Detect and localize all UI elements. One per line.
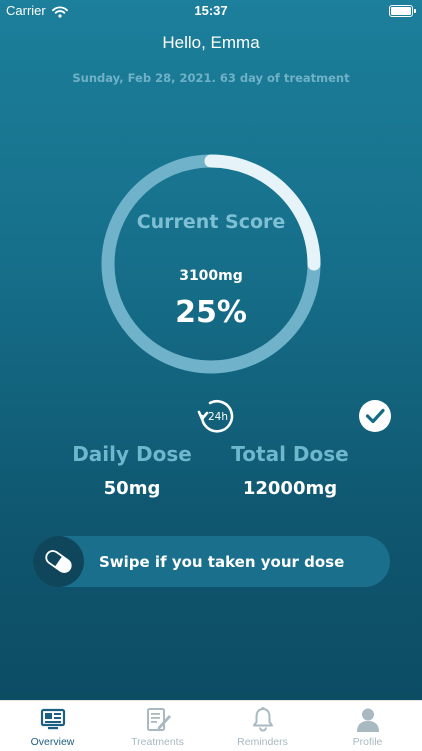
tab-treatments-label: Treatments: [131, 736, 184, 748]
total-dose-label: Total Dose: [231, 442, 349, 466]
total-dose-value: 12000mg: [242, 478, 338, 499]
tab-bar: Overview Treatments Reminders Profile: [0, 700, 422, 751]
treatments-icon: [147, 708, 171, 731]
score-percent: 25%: [175, 295, 247, 330]
treatment-date-line: Sunday, Feb 28, 2021. 63 day of treatmen…: [72, 71, 350, 85]
score-amount: 3100mg: [179, 268, 243, 284]
profile-icon: [357, 708, 379, 732]
current-score-label: Current Score: [136, 211, 286, 233]
overview-screen: Carrier 15:37 Hello, Emma Sunday, Feb 28…: [0, 0, 422, 751]
clock-24h-icon: 24h: [197, 400, 234, 433]
tab-overview[interactable]: Overview: [0, 701, 105, 751]
overview-icon: [40, 708, 66, 730]
daily-dose-label: Daily Dose: [72, 442, 192, 466]
swipe-handle[interactable]: [33, 536, 84, 587]
greeting-title: Hello, Emma: [162, 33, 260, 52]
daily-dose-value: 50mg: [103, 478, 161, 499]
tab-treatments[interactable]: Treatments: [105, 701, 210, 751]
swipe-label: Swipe if you taken your dose: [99, 553, 345, 571]
tab-profile[interactable]: Profile: [315, 701, 420, 751]
check-circle-icon: [359, 400, 391, 432]
swipe-dose-slider[interactable]: Swipe if you taken your dose: [33, 536, 390, 587]
clock-24h-badge: 24h: [208, 411, 228, 423]
bell-icon: [253, 707, 273, 732]
battery-icon: [389, 5, 416, 17]
status-bar: Carrier 15:37: [0, 0, 422, 22]
tab-overview-label: Overview: [30, 736, 75, 748]
tab-reminders[interactable]: Reminders: [210, 701, 315, 751]
pill-icon: [45, 550, 72, 573]
tab-profile-label: Profile: [352, 736, 383, 748]
clock-time: 15:37: [194, 3, 228, 18]
score-progress-ring: [101, 154, 321, 374]
tab-reminders-label: Reminders: [237, 736, 288, 748]
